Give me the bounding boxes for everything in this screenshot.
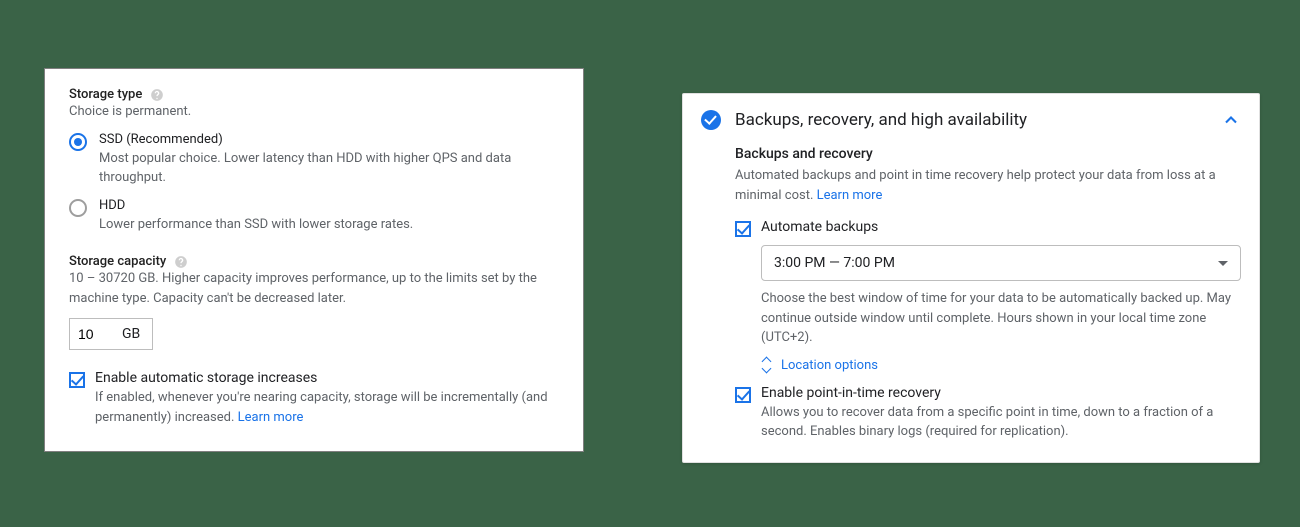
backup-window-select[interactable]: 3:00 PM — 7:00 PM <box>761 245 1241 281</box>
capacity-unit: GB <box>118 326 152 342</box>
automate-backups-label: Automate backups <box>761 219 1241 235</box>
help-icon[interactable] <box>150 88 164 102</box>
learn-more-link[interactable]: Learn more <box>238 410 304 425</box>
radio-hdd[interactable]: HDD Lower performance than SSD with lowe… <box>69 198 559 235</box>
checkbox-icon <box>735 387 751 403</box>
capacity-note: 10 – 30720 GB. Higher capacity improves … <box>69 269 559 308</box>
capacity-input[interactable] <box>70 320 118 348</box>
storage-config-card: Storage type Choice is permanent. SSD (R… <box>44 68 584 452</box>
location-options-label: Location options <box>781 358 878 373</box>
radio-label: HDD <box>99 198 559 213</box>
radio-button-icon <box>69 199 87 217</box>
capacity-input-wrap: GB <box>69 318 153 350</box>
radio-desc: Lower performance than SSD with lower st… <box>99 215 559 235</box>
card-header[interactable]: Backups, recovery, and high availability <box>701 110 1241 130</box>
storage-type-label: Storage type <box>69 87 142 102</box>
auto-increase-checkbox-row[interactable]: Enable automatic storage increases If en… <box>69 370 559 427</box>
auto-increase-label: Enable automatic storage increases <box>95 370 559 386</box>
card-title: Backups, recovery, and high availability <box>735 110 1221 130</box>
checkbox-icon <box>735 221 751 237</box>
pitr-checkbox-row[interactable]: Enable point-in-time recovery Allows you… <box>735 385 1241 442</box>
backups-body: Backups and recovery Automated backups a… <box>735 146 1241 442</box>
storage-type-note: Choice is permanent. <box>69 102 559 122</box>
storage-capacity-section: Storage capacity 10 – 30720 GB. Higher c… <box>69 254 559 350</box>
learn-more-link[interactable]: Learn more <box>817 188 883 203</box>
caret-down-icon <box>1218 261 1228 266</box>
capacity-label: Storage capacity <box>69 254 166 269</box>
pitr-desc: Allows you to recover data from a specif… <box>761 403 1241 442</box>
chevron-up-icon[interactable] <box>1221 110 1241 130</box>
pitr-label: Enable point-in-time recovery <box>761 385 1241 401</box>
radio-label: SSD (Recommended) <box>99 132 559 147</box>
radio-desc: Most popular choice. Lower latency than … <box>99 149 559 188</box>
backup-window-help: Choose the best window of time for your … <box>761 289 1241 348</box>
help-icon[interactable] <box>174 255 188 269</box>
radio-button-icon <box>69 133 87 151</box>
automate-backups-checkbox-row[interactable]: Automate backups <box>735 219 1241 237</box>
storage-type-section: Storage type Choice is permanent. SSD (R… <box>69 87 559 234</box>
expand-icon <box>761 358 773 372</box>
backup-window-value: 3:00 PM — 7:00 PM <box>774 255 895 271</box>
backups-subheading: Backups and recovery <box>735 146 1241 162</box>
checkbox-icon <box>69 372 85 388</box>
auto-increase-desc: If enabled, whenever you're nearing capa… <box>95 388 559 427</box>
check-circle-icon <box>701 110 721 130</box>
backups-intro: Automated backups and point in time reco… <box>735 166 1241 205</box>
backups-card: Backups, recovery, and high availability… <box>682 93 1260 463</box>
radio-ssd[interactable]: SSD (Recommended) Most popular choice. L… <box>69 132 559 188</box>
location-options-toggle[interactable]: Location options <box>761 358 1241 373</box>
